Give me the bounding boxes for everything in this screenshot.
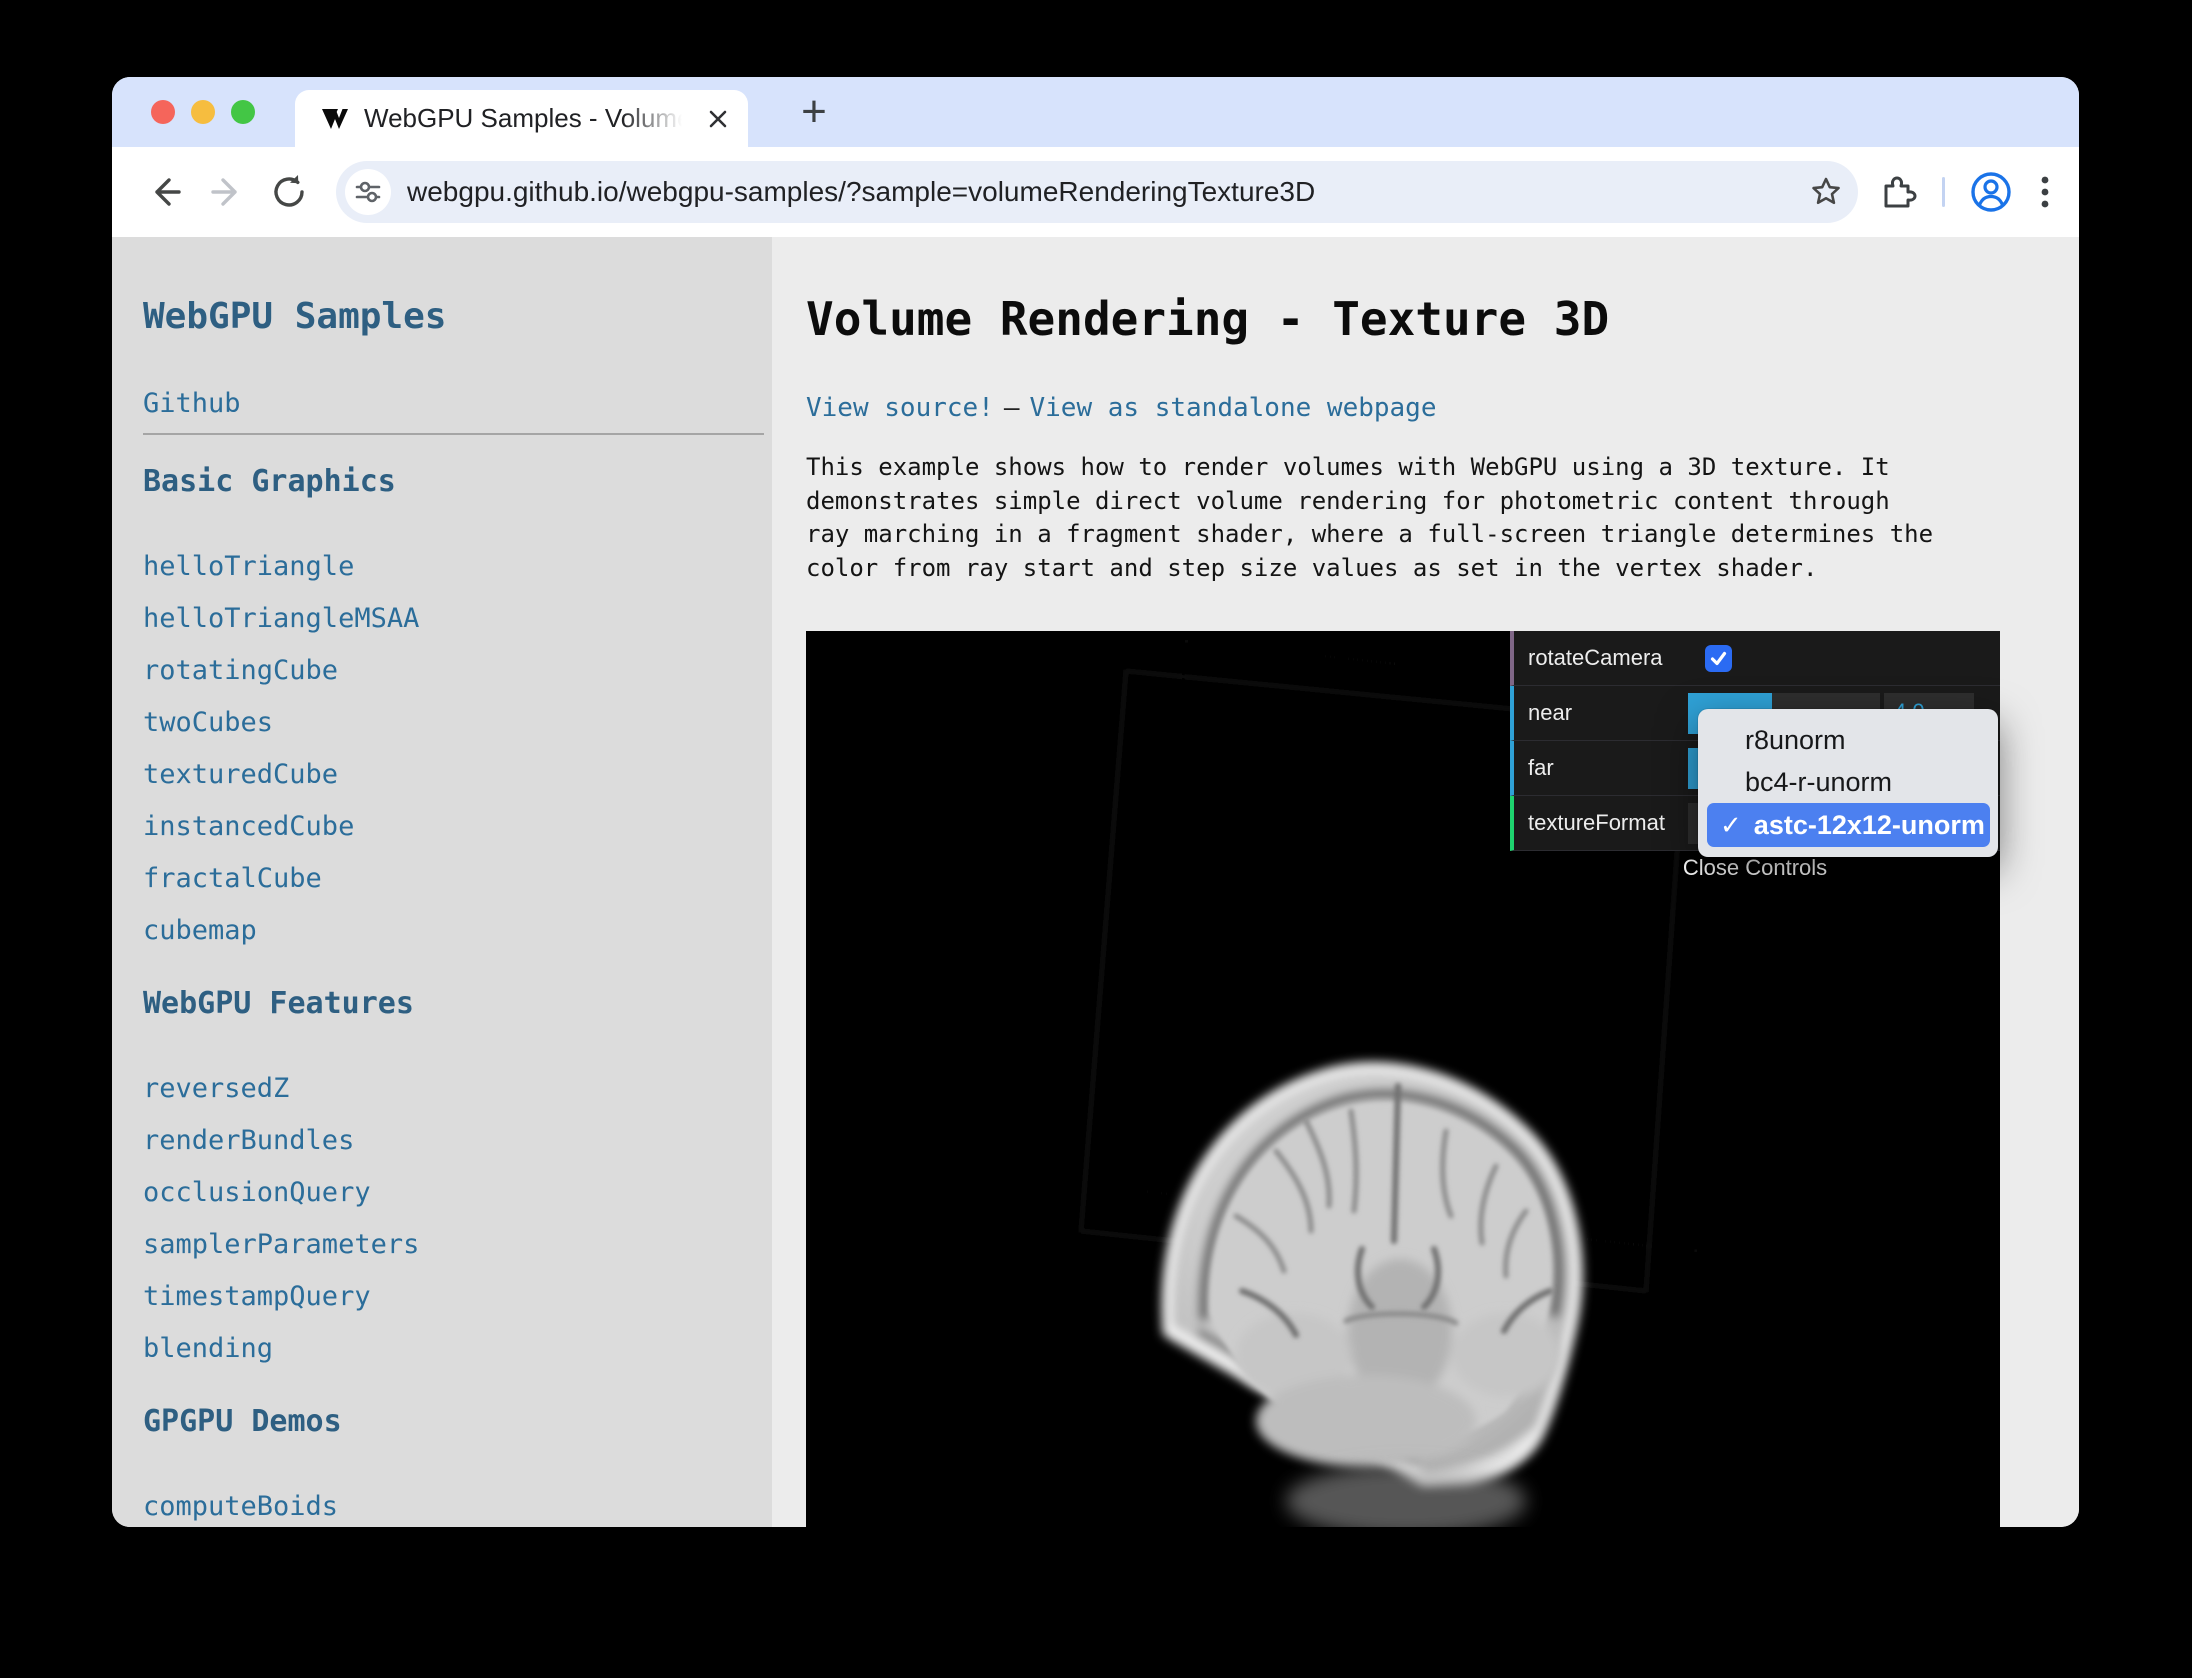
sidebar-item-instancedCube[interactable]: instancedCube	[143, 801, 354, 853]
standalone-webpage-link[interactable]: View as standalone webpage	[1030, 393, 1437, 423]
extensions-icon[interactable]	[1878, 172, 1918, 212]
description-line: ray marching in a fragment shader, where…	[806, 518, 2079, 552]
rotateCamera-checkbox[interactable]	[1705, 645, 1732, 672]
sidebar-item-blending[interactable]: blending	[143, 1323, 273, 1375]
sidebar-heading-gpgpu-demos: GPGPU Demos	[143, 1403, 772, 1441]
page-title: Volume Rendering - Texture 3D	[806, 291, 2079, 347]
profile-avatar-icon[interactable]	[1969, 170, 2013, 214]
window-controls	[151, 100, 255, 124]
reload-icon[interactable]	[266, 169, 312, 215]
sidebar-basic-graphics-list: helloTriangle helloTriangleMSAA rotating…	[143, 541, 772, 957]
sidebar-item-helloTriangleMSAA[interactable]: helloTriangleMSAA	[143, 593, 419, 645]
gui-label-rotateCamera: rotateCamera	[1514, 645, 1688, 671]
link-separator: —	[1004, 393, 1020, 423]
dropdown-option-bc4-r-unorm[interactable]: bc4-r-unorm	[1698, 761, 1998, 803]
sidebar-item-helloTriangle[interactable]: helloTriangle	[143, 541, 354, 593]
source-links-row: View source! — View as standalone webpage	[806, 391, 2079, 425]
sidebar: WebGPU Samples Github Basic Graphics hel…	[112, 237, 772, 1527]
bookmark-star-icon[interactable]	[1808, 174, 1844, 210]
browser-toolbar: webgpu.github.io/webgpu-samples/?sample=…	[112, 147, 2079, 237]
browser-window: WebGPU Samples - Volume R + webgpu.githu…	[112, 77, 2079, 1527]
description-line: demonstrates simple direct volume render…	[806, 485, 2079, 519]
sidebar-item-cubemap[interactable]: cubemap	[143, 905, 257, 957]
gui-label-far: far	[1514, 755, 1688, 781]
sidebar-webgpu-features-list: reversedZ renderBundles occlusionQuery s…	[143, 1063, 772, 1375]
sidebar-item-renderBundles[interactable]: renderBundles	[143, 1115, 354, 1167]
gui-row-rotateCamera: rotateCamera	[1510, 631, 2000, 686]
sidebar-item-samplerParameters[interactable]: samplerParameters	[143, 1219, 419, 1271]
webgpu-favicon-icon	[321, 107, 349, 131]
description-line: color from ray start and step size value…	[806, 552, 2079, 586]
minimize-window-button[interactable]	[191, 100, 215, 124]
sidebar-heading-webgpu-features: WebGPU Features	[143, 985, 772, 1023]
back-icon[interactable]	[142, 169, 188, 215]
toolbar-divider	[1942, 177, 1945, 207]
page-content: WebGPU Samples Github Basic Graphics hel…	[112, 237, 2079, 1527]
dropdown-option-r8unorm[interactable]: r8unorm	[1698, 719, 1998, 761]
gui-widget-rotateCamera	[1688, 631, 2000, 685]
tab-close-icon[interactable]	[706, 107, 730, 131]
textureFormat-dropdown-menu: r8unorm bc4-r-unorm ✓ astc-12x12-unorm	[1698, 709, 1998, 857]
webgpu-canvas[interactable]: rotateCamera near 4.0	[806, 631, 2000, 1527]
tab-strip: WebGPU Samples - Volume R +	[112, 77, 2079, 147]
selected-check-icon: ✓	[1720, 810, 1742, 841]
fullscreen-window-button[interactable]	[231, 100, 255, 124]
sidebar-divider	[143, 433, 764, 435]
selected-option-label: astc-12x12-unorm	[1754, 810, 1985, 841]
tab-title: WebGPU Samples - Volume R	[364, 103, 682, 134]
sidebar-item-rotatingCube[interactable]: rotatingCube	[143, 645, 338, 697]
close-window-button[interactable]	[151, 100, 175, 124]
sidebar-item-texturedCube[interactable]: texturedCube	[143, 749, 338, 801]
address-bar[interactable]: webgpu.github.io/webgpu-samples/?sample=…	[336, 161, 1858, 223]
sidebar-gpgpu-demos-list: computeBoids	[143, 1481, 772, 1527]
checkmark-icon	[1709, 649, 1728, 668]
sidebar-heading-basic-graphics: Basic Graphics	[143, 463, 772, 501]
sidebar-item-timestampQuery[interactable]: timestampQuery	[143, 1271, 371, 1323]
sidebar-item-occlusionQuery[interactable]: occlusionQuery	[143, 1167, 371, 1219]
new-tab-button[interactable]: +	[784, 77, 844, 147]
site-settings-icon[interactable]	[345, 169, 391, 215]
sidebar-item-fractalCube[interactable]: fractalCube	[143, 853, 322, 905]
sidebar-item-computeBoids[interactable]: computeBoids	[143, 1481, 338, 1527]
sidebar-item-reversedZ[interactable]: reversedZ	[143, 1063, 289, 1115]
view-source-link[interactable]: View source!	[806, 393, 994, 423]
active-tab[interactable]: WebGPU Samples - Volume R	[295, 90, 748, 147]
forward-icon[interactable]	[204, 169, 250, 215]
dropdown-option-astc-12x12-unorm-selected[interactable]: ✓ astc-12x12-unorm	[1707, 803, 1990, 847]
sidebar-title: WebGPU Samples	[143, 295, 772, 339]
gui-label-near: near	[1514, 700, 1688, 726]
description-line: This example shows how to render volumes…	[806, 451, 2079, 485]
sidebar-github-link[interactable]: Github	[143, 387, 241, 421]
sidebar-item-twoCubes[interactable]: twoCubes	[143, 697, 273, 749]
menu-kebab-icon[interactable]	[2039, 170, 2051, 214]
main-content: Volume Rendering - Texture 3D View sourc…	[772, 237, 2079, 1527]
sample-description: This example shows how to render volumes…	[806, 451, 2079, 585]
url-text: webgpu.github.io/webgpu-samples/?sample=…	[407, 176, 1808, 208]
gui-label-textureFormat: textureFormat	[1514, 810, 1688, 836]
